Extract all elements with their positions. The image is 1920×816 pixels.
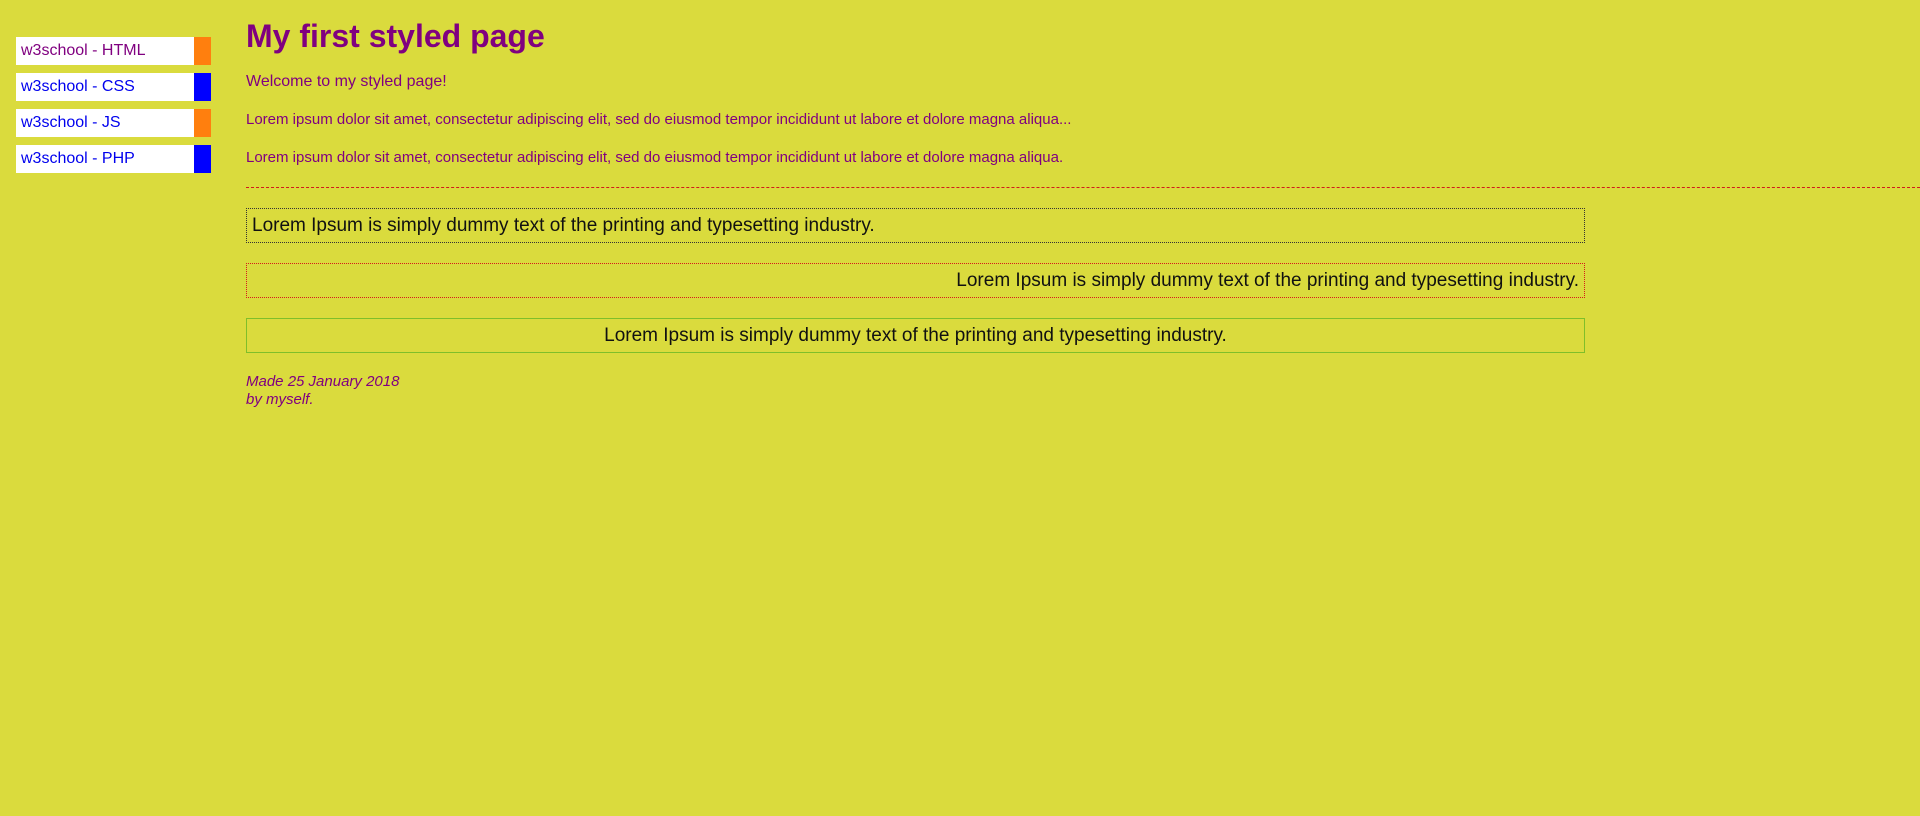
footer-author: by myself. xyxy=(246,391,314,408)
nav-link-js[interactable]: w3school - JS xyxy=(21,114,121,132)
lorem-paragraph-1: Lorem ipsum dolor sit amet, consectetur … xyxy=(246,111,1072,128)
nav-link-css[interactable]: w3school - CSS xyxy=(21,78,135,96)
nav-link-html[interactable]: w3school - HTML xyxy=(21,42,145,60)
dashed-divider xyxy=(246,187,1920,188)
nav-item-php[interactable]: w3school - PHP xyxy=(16,145,211,173)
nav-item-js[interactable]: w3school - JS xyxy=(16,109,211,137)
nav-link-php[interactable]: w3school - PHP xyxy=(21,150,135,168)
main-content: My first styled page Welcome to my style… xyxy=(246,0,1920,409)
nav-item-html[interactable]: w3school - HTML xyxy=(16,37,211,65)
text-box-left: Lorem Ipsum is simply dummy text of the … xyxy=(246,208,1585,243)
sidebar-nav: w3school - HTML w3school - CSS w3school … xyxy=(16,37,211,181)
intro-text: Welcome to my styled page! xyxy=(246,73,447,90)
text-box-right: Lorem Ipsum is simply dummy text of the … xyxy=(246,263,1585,298)
footer-date: Made 25 January 2018 xyxy=(246,373,400,390)
page-title: My first styled page xyxy=(246,18,545,54)
lorem-paragraph-2: Lorem ipsum dolor sit amet, consectetur … xyxy=(246,149,1064,166)
text-box-center: Lorem Ipsum is simply dummy text of the … xyxy=(246,318,1585,353)
nav-item-css[interactable]: w3school - CSS xyxy=(16,73,211,101)
page-footer: Made 25 January 2018 by myself. xyxy=(246,373,1920,409)
